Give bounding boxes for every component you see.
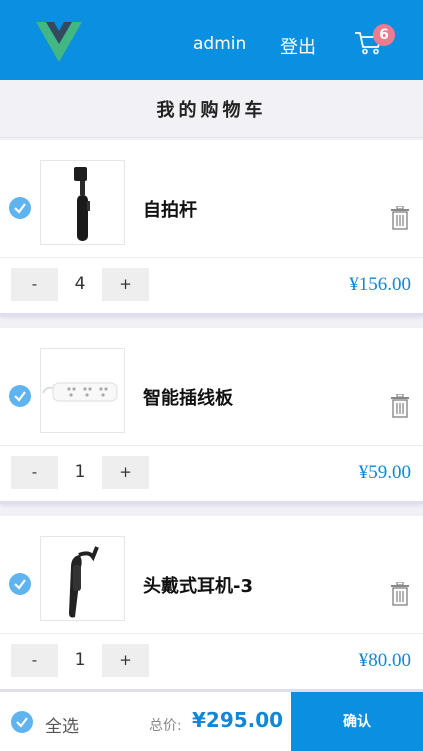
check-icon [14, 391, 26, 402]
cart-count-badge: 6 [373, 24, 395, 46]
trash-icon[interactable] [390, 394, 410, 418]
quantity-field[interactable]: 1 [58, 644, 102, 677]
item-price: ¥80.00 [358, 650, 411, 671]
product-image-bluetooth-headset[interactable] [40, 536, 125, 621]
page-title: 我的购物车 [0, 80, 423, 138]
item-checkbox[interactable] [9, 197, 31, 219]
item-checkbox[interactable] [9, 573, 31, 595]
total-price: ¥295.00 [192, 708, 284, 732]
confirm-button[interactable]: 确认 [291, 692, 423, 751]
product-image-selfie-stick[interactable] [40, 160, 125, 245]
item-price: ¥156.00 [349, 274, 411, 295]
decrease-button[interactable]: - [11, 644, 58, 677]
decrease-button[interactable]: - [11, 456, 58, 489]
checkout-bar: 全选 总价: ¥295.00 确认 [0, 691, 423, 751]
product-name: 自拍杆 [143, 200, 197, 221]
divider [0, 445, 423, 446]
quantity-field[interactable]: 1 [58, 456, 102, 489]
quantity-stepper: - 4 + [11, 268, 149, 301]
select-all-checkbox[interactable] [11, 711, 33, 733]
username-link[interactable]: admin [193, 34, 246, 54]
increase-button[interactable]: + [102, 268, 149, 301]
check-icon [14, 579, 26, 590]
increase-button[interactable]: + [102, 644, 149, 677]
item-checkbox[interactable] [9, 385, 31, 407]
check-icon [14, 203, 26, 214]
decrease-button[interactable]: - [11, 268, 58, 301]
item-price: ¥59.00 [358, 462, 411, 483]
top-navigation-bar: admin 登出 6 [0, 0, 423, 80]
cart-item: 智能插线板 - 1 + ¥59.00 [0, 328, 423, 504]
product-name: 头戴式耳机-3 [143, 576, 253, 597]
check-icon [16, 717, 28, 728]
trash-icon[interactable] [390, 206, 410, 230]
quantity-stepper: - 1 + [11, 456, 149, 489]
quantity-field[interactable]: 4 [58, 268, 102, 301]
total-label: 总价: [149, 718, 182, 734]
quantity-stepper: - 1 + [11, 644, 149, 677]
logout-link[interactable]: 登出 [280, 33, 316, 59]
product-name: 智能插线板 [143, 388, 233, 409]
cart-item: 自拍杆 - 4 + ¥156.00 [0, 140, 423, 316]
divider [0, 633, 423, 634]
trash-icon[interactable] [390, 582, 410, 606]
cart-item: 头戴式耳机-3 - 1 + ¥80.00 [0, 516, 423, 692]
product-image-power-strip[interactable] [40, 348, 125, 433]
select-all-label[interactable]: 全选 [45, 712, 79, 737]
increase-button[interactable]: + [102, 456, 149, 489]
vue-logo-icon[interactable] [36, 22, 82, 62]
divider [0, 257, 423, 258]
